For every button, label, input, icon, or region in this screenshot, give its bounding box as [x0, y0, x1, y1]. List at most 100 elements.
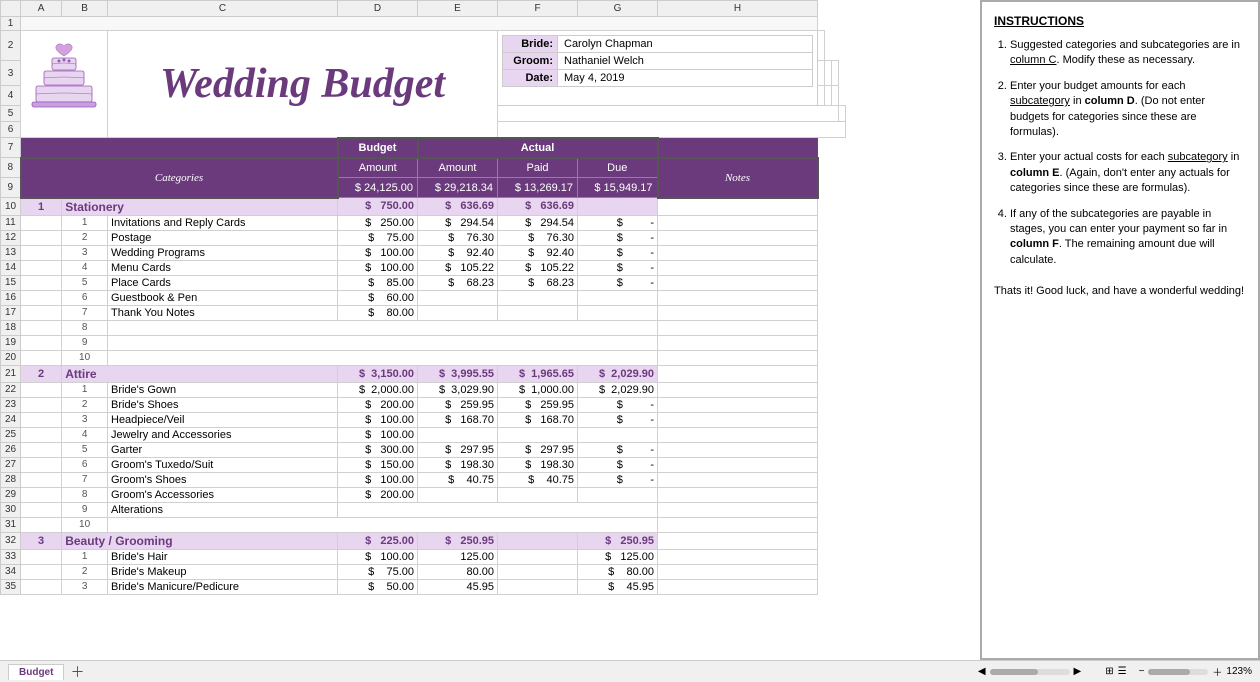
- row-24: 24 3 Headpiece/Veil $ 100.00 $ 168.70 $ …: [1, 412, 846, 427]
- spreadsheet-grid: A B C D E F G H 1: [0, 0, 846, 595]
- rownum-11: 11: [1, 215, 21, 230]
- rownum-7: 7: [1, 138, 21, 158]
- row-14: 14 4 Menu Cards $ 100.00 $ 105.22 $ 105.…: [1, 260, 846, 275]
- rownum-13: 13: [1, 245, 21, 260]
- paid-header: Paid: [498, 158, 578, 178]
- row-13: 13 3 Wedding Programs $ 100.00 $ 92.40 $…: [1, 245, 846, 260]
- instructions-panel: INSTRUCTIONS Suggested categories and su…: [980, 0, 1260, 660]
- cat-name-attire: Attire: [62, 365, 338, 382]
- rownum-5: 5: [1, 106, 21, 122]
- grid-container[interactable]: A B C D E F G H 1: [0, 0, 980, 660]
- row-2: 2: [1, 31, 846, 61]
- row-33: 33 1 Bride's Hair $ 100.00 125.00 $ 125.…: [1, 549, 846, 564]
- rownum-33: 33: [1, 549, 21, 564]
- cat-name-beauty: Beauty / Grooming: [62, 532, 338, 549]
- rownum-3: 3: [1, 61, 21, 86]
- rownum-1: 1: [1, 17, 21, 31]
- cat-paid-stationery: $ 636.69: [498, 198, 578, 216]
- groom-value[interactable]: Nathaniel Welch: [558, 53, 813, 70]
- rownum-16: 16: [1, 290, 21, 305]
- row-32: 32 3 Beauty / Grooming $ 225.00 $ 250.95…: [1, 532, 846, 549]
- list-view-icon[interactable]: ☰: [1118, 666, 1127, 677]
- sub-brides-hair: Bride's Hair: [108, 549, 338, 564]
- zoom-out-icon[interactable]: −: [1139, 666, 1145, 677]
- sub-grooms-tux: Groom's Tuxedo/Suit: [108, 457, 338, 472]
- row-19: 19 9: [1, 335, 846, 350]
- sub-brides-gown: Bride's Gown: [108, 382, 338, 397]
- instructions-list: Suggested categories and subcategories a…: [994, 38, 1246, 268]
- budget-tab[interactable]: Budget: [8, 664, 64, 680]
- rownum-10: 10: [1, 198, 21, 216]
- cat-actual-stationery: $ 636.69: [418, 198, 498, 216]
- total-budget: $ 24,125.00: [338, 178, 418, 198]
- col-header-E: E: [418, 1, 498, 17]
- date-label: Date:: [503, 70, 558, 87]
- rownum-9: 9: [1, 178, 21, 198]
- rownum-21: 21: [1, 365, 21, 382]
- wedding-title: Wedding Budget: [160, 61, 445, 107]
- sub-brides-makeup: Bride's Makeup: [108, 564, 338, 579]
- row-31: 31 10: [1, 517, 846, 532]
- sub-garter: Garter: [108, 442, 338, 457]
- rownum-22: 22: [1, 382, 21, 397]
- rownum-2: 2: [1, 31, 21, 61]
- groom-label: Groom:: [503, 53, 558, 70]
- sub-menu-cards: Menu Cards: [108, 260, 338, 275]
- row-28: 28 7 Groom's Shoes $ 100.00 $ 40.75 $ 40…: [1, 472, 846, 487]
- instruction-3: Enter your actual costs for each subcate…: [1010, 150, 1246, 196]
- zoom-in-icon[interactable]: ＋: [1212, 664, 1222, 679]
- add-sheet-icon[interactable]: ＋: [70, 662, 84, 682]
- col-header-A: A: [21, 1, 62, 17]
- rownum-18: 18: [1, 320, 21, 335]
- zoom-level: 123%: [1226, 666, 1252, 677]
- rownum-27: 27: [1, 457, 21, 472]
- bottom-bar: Budget ＋ ◀ ▶ ⊞ ☰ − ＋ 123%: [0, 660, 1260, 682]
- col-header-rownum: [1, 1, 21, 17]
- sub-grooms-acc: Groom's Accessories: [108, 487, 338, 502]
- scroll-left-icon[interactable]: ◀: [978, 666, 986, 677]
- row-22: 22 1 Bride's Gown $ 2,000.00 $ 3,029.90 …: [1, 382, 846, 397]
- sub-brides-manicure: Bride's Manicure/Pedicure: [108, 579, 338, 594]
- sub-invitations: Invitations and Reply Cards: [108, 215, 338, 230]
- rownum-32: 32: [1, 532, 21, 549]
- col-header-D: D: [338, 1, 418, 17]
- title-cell: Wedding Budget: [108, 31, 498, 138]
- col-header-B: B: [62, 1, 108, 17]
- col-header-G: G: [578, 1, 658, 17]
- grid-view-icon[interactable]: ⊞: [1105, 666, 1113, 677]
- row-26: 26 5 Garter $ 300.00 $ 297.95 $ 297.95 $…: [1, 442, 846, 457]
- sub-jewelry: Jewelry and Accessories: [108, 427, 338, 442]
- sub-brides-shoes: Bride's Shoes: [108, 397, 338, 412]
- row-21: 21 2 Attire $ 3,150.00 $ 3,995.55 $ 1,96…: [1, 365, 846, 382]
- row-17: 17 7 Thank You Notes $ 80.00: [1, 305, 846, 320]
- rownum-34: 34: [1, 564, 21, 579]
- rownum-15: 15: [1, 275, 21, 290]
- rownum-19: 19: [1, 335, 21, 350]
- row-27: 27 6 Groom's Tuxedo/Suit $ 150.00 $ 198.…: [1, 457, 846, 472]
- row-7: 7 Budget Actual: [1, 138, 846, 158]
- scroll-right-icon[interactable]: ▶: [1074, 666, 1082, 677]
- date-value[interactable]: May 4, 2019: [558, 70, 813, 87]
- rownum-17: 17: [1, 305, 21, 320]
- rownum-28: 28: [1, 472, 21, 487]
- cat-name-stationery: Stationery: [62, 198, 338, 216]
- rownum-29: 29: [1, 487, 21, 502]
- amount-header-2: Amount: [418, 158, 498, 178]
- rownum-12: 12: [1, 230, 21, 245]
- row-10: 10 1 Stationery $ 750.00 $ 636.69 $ 636.…: [1, 198, 846, 216]
- row-1: 1: [1, 17, 846, 31]
- row-23: 23 2 Bride's Shoes $ 200.00 $ 259.95 $ 2…: [1, 397, 846, 412]
- spreadsheet-wrapper: A B C D E F G H 1: [0, 0, 1260, 682]
- col-header-C: C: [108, 1, 338, 17]
- instruction-2: Enter your budget amounts for each subca…: [1010, 79, 1246, 141]
- total-paid: $ 13,269.17: [498, 178, 578, 198]
- row-25: 25 4 Jewelry and Accessories $ 100.00: [1, 427, 846, 442]
- rownum-26: 26: [1, 442, 21, 457]
- sub-headpiece: Headpiece/Veil: [108, 412, 338, 427]
- categories-header: Categories: [21, 158, 338, 198]
- actual-header: Actual: [418, 138, 658, 158]
- bride-value[interactable]: Carolyn Chapman: [558, 36, 813, 53]
- rownum-30: 30: [1, 502, 21, 517]
- sub-alterations: Alterations: [108, 502, 338, 517]
- bride-label: Bride:: [503, 36, 558, 53]
